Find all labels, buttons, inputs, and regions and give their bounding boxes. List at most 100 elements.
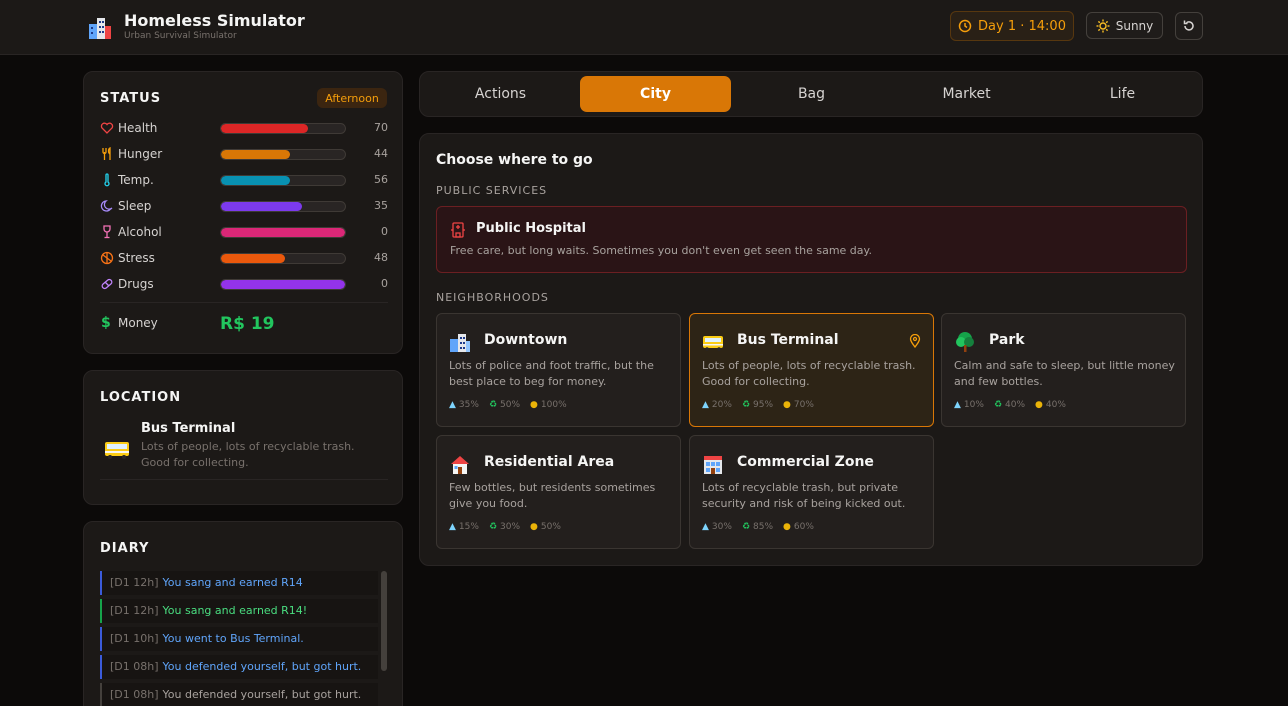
hospital-icon [451, 222, 465, 238]
stat-label: Sleep [118, 199, 152, 213]
recycle-stat: ♻ 50% [489, 400, 520, 410]
location-pin-icon [909, 334, 921, 348]
neighborhood-description: Calm and safe to sleep, but little money… [954, 359, 1175, 388]
police-stat: ▲ 20% [702, 400, 732, 410]
stat-value: 56 [374, 173, 388, 186]
stat-value: 48 [374, 251, 388, 264]
day-time-chip: Day 1 · 14:00 [950, 11, 1074, 41]
neighborhood-card-residential-area[interactable]: Residential Area Few bottles, but reside… [436, 435, 681, 549]
neighborhood-description: Lots of police and foot traffic, but the… [449, 359, 654, 388]
police-value: 10% [963, 400, 984, 410]
tab-life[interactable]: Life [1047, 76, 1198, 112]
recycle-value: 40% [1005, 400, 1026, 410]
tab-city[interactable]: City [580, 76, 731, 112]
hospital-card[interactable]: Public Hospital Free care, but long wait… [436, 206, 1187, 273]
money-bag-icon: ● [783, 522, 791, 532]
diary-panel: DIARY [D1 12h] You sang and earned R14 [D… [83, 521, 403, 706]
recycle-value: 85% [753, 522, 774, 532]
tab-actions[interactable]: Actions [425, 76, 576, 112]
stat-label: Health [118, 121, 158, 135]
recycle-icon: ♻ [993, 400, 1003, 410]
diary-entry: [D1 12h] You sang and earned R14 [100, 571, 378, 595]
diary-time: [D1 08h] [110, 660, 159, 673]
app-header: Homeless Simulator Urban Survival Simula… [0, 0, 1288, 55]
money-value: 70% [793, 400, 814, 410]
tab-bag[interactable]: Bag [736, 76, 887, 112]
diary-time: [D1 12h] [110, 604, 159, 617]
hospital-name: Public Hospital [476, 221, 586, 236]
divider [100, 479, 388, 480]
day-time-label: Day 1 · 14:00 [978, 18, 1066, 34]
diary-entry: [D1 10h] You went to Bus Terminal. [100, 627, 378, 651]
recycle-stat: ♻ 40% [994, 400, 1025, 410]
city-title: Choose where to go [436, 152, 593, 168]
diary-scrollbar[interactable] [381, 571, 387, 671]
money-value: 40% [1045, 400, 1066, 410]
recycle-icon: ♻ [741, 522, 751, 532]
neighborhood-card-commercial-zone[interactable]: Commercial Zone Lots of recyclable trash… [689, 435, 934, 549]
police-stat: ▲ 35% [449, 400, 479, 410]
diary-text: You defended yourself, but got hurt. [162, 688, 362, 701]
tree-icon [956, 332, 974, 352]
diary-entry: [D1 08h] You defended yourself, but got h… [100, 655, 378, 679]
neighborhood-name: Bus Terminal [737, 332, 839, 348]
neighborhood-stats: ▲ 30% ♻ 85% ● 60% [702, 522, 814, 532]
money-stat: ● 40% [1035, 400, 1066, 410]
money-stat: ● 100% [530, 400, 567, 410]
stat-temp: Temp. 56 [100, 172, 388, 188]
stat-fill [221, 202, 302, 211]
stat-label: Hunger [118, 147, 163, 161]
neighborhood-description: Few bottles, but residents sometimes giv… [449, 481, 656, 510]
stat-bar [220, 253, 346, 264]
stat-alcohol: Alcohol 0 [100, 224, 388, 240]
diary-time: [D1 08h] [110, 688, 159, 701]
clock-icon [958, 19, 972, 33]
police-stat: ▲ 10% [954, 400, 984, 410]
money-stat: ● 60% [783, 522, 814, 532]
stat-label: Drugs [118, 277, 154, 291]
stat-bar [220, 123, 346, 134]
diary-list: [D1 12h] You sang and earned R14 [D1 12h]… [100, 571, 378, 706]
pill-icon [101, 278, 113, 290]
wine-icon [103, 225, 111, 239]
stat-bar [220, 149, 346, 160]
neighborhoods-label: NEIGHBORHOODS [436, 291, 549, 304]
police-icon: ▲ [449, 522, 456, 532]
stat-fill [221, 228, 345, 237]
stat-value: 0 [381, 277, 388, 290]
recycle-stat: ♻ 95% [742, 400, 773, 410]
stat-health: Health 70 [100, 120, 388, 136]
tab-bar: Actions City Bag Market Life [419, 71, 1203, 117]
money-bag-icon: ● [530, 400, 538, 410]
neighborhood-stats: ▲ 15% ♻ 30% ● 50% [449, 522, 561, 532]
stat-label: Temp. [118, 173, 154, 187]
weather-label: Sunny [1115, 18, 1154, 33]
tab-market[interactable]: Market [891, 76, 1042, 112]
neighborhood-card-bus-terminal[interactable]: Bus Terminal Lots of people, lots of rec… [689, 313, 934, 427]
office-building-icon [450, 334, 470, 352]
diary-entry: [D1 08h] You defended yourself, but got h… [100, 683, 378, 706]
reset-button[interactable] [1175, 12, 1203, 40]
recycle-stat: ♻ 85% [742, 522, 773, 532]
diary-text: You sang and earned R14 [162, 576, 303, 589]
neighborhood-card-park[interactable]: Park Calm and safe to sleep, but little … [941, 313, 1186, 427]
neighborhood-stats: ▲ 10% ♻ 40% ● 40% [954, 400, 1066, 410]
recycle-value: 95% [753, 400, 774, 410]
police-icon: ▲ [954, 400, 961, 410]
location-title: LOCATION [100, 390, 182, 405]
hospital-description: Free care, but long waits. Sometimes you… [450, 244, 872, 257]
stat-fill [221, 150, 291, 159]
stat-bar [220, 227, 346, 238]
moon-icon [100, 200, 113, 212]
diary-entry: [D1 12h] You sang and earned R14! [100, 599, 378, 623]
dollar-icon: $ [101, 315, 111, 331]
stress-icon [100, 251, 114, 265]
diary-text: You sang and earned R14! [162, 604, 308, 617]
police-value: 15% [458, 522, 479, 532]
recycle-icon: ♻ [488, 522, 498, 532]
stat-value: 70 [374, 121, 388, 134]
stat-stress: Stress 48 [100, 250, 388, 266]
police-value: 20% [711, 400, 732, 410]
police-value: 35% [458, 400, 479, 410]
neighborhood-card-downtown[interactable]: Downtown Lots of police and foot traffic… [436, 313, 681, 427]
